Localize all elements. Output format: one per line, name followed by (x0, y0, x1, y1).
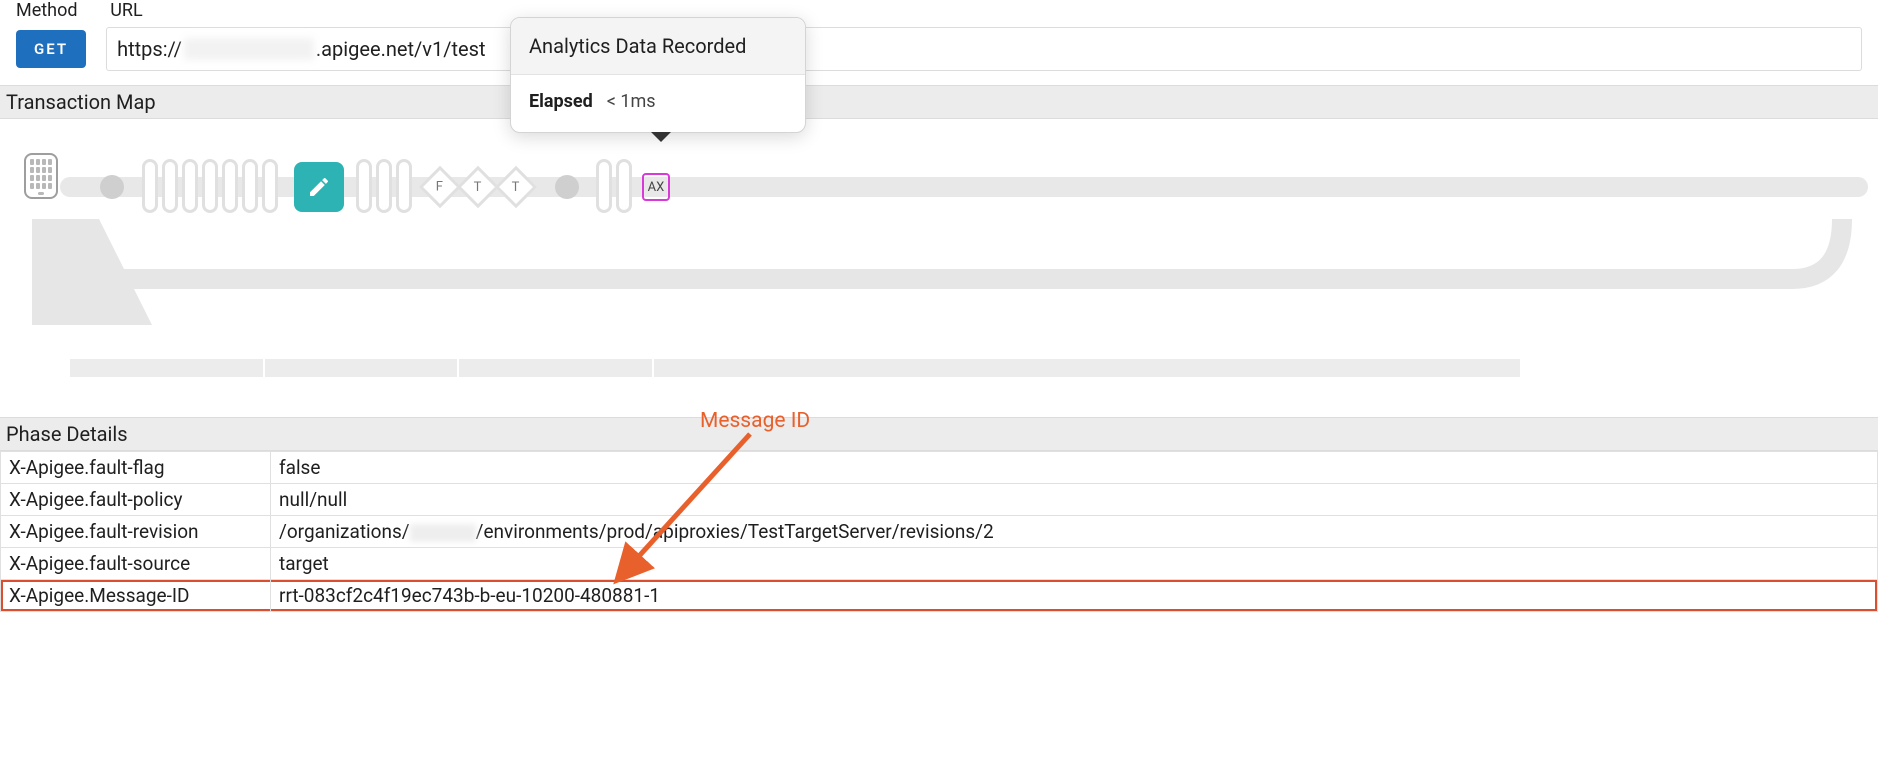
method-button[interactable]: GET (16, 30, 86, 68)
detail-key: X-Apigee.Message-ID (1, 580, 271, 612)
detail-value: /organizations//environments/prod/apipro… (271, 516, 1878, 548)
url-label: URL (110, 0, 142, 21)
pencil-icon (307, 175, 331, 199)
detail-key: X-Apigee.fault-revision (1, 516, 271, 548)
flow-circle-2[interactable] (555, 175, 579, 199)
table-row: X-Apigee.fault-revision /organizations//… (1, 516, 1878, 548)
table-row-highlighted: X-Apigee.Message-ID rrt-083cf2c4f19ec743… (1, 580, 1878, 612)
flow-pills-1[interactable] (142, 159, 278, 213)
phase-details-table: X-Apigee.fault-flag false X-Apigee.fault… (0, 451, 1878, 612)
table-row: X-Apigee.fault-source target (1, 548, 1878, 580)
url-suffix: .apigee.net/v1/test (316, 37, 486, 61)
table-row: X-Apigee.fault-flag false (1, 452, 1878, 484)
url-prefix: https:// (117, 37, 182, 61)
detail-key: X-Apigee.fault-flag (1, 452, 271, 484)
detail-value: target (271, 548, 1878, 580)
analytics-ax-node[interactable]: AX (642, 173, 670, 201)
segment-bars (70, 359, 1520, 377)
table-row: X-Apigee.fault-policy null/null (1, 484, 1878, 516)
flow-pills-2[interactable] (356, 159, 412, 213)
policy-edit-icon[interactable] (294, 162, 344, 212)
detail-value: null/null (271, 484, 1878, 516)
tooltip-analytics: Analytics Data Recorded Elapsed < 1ms (510, 17, 806, 133)
condition-f[interactable]: F (419, 166, 461, 208)
condition-t-2[interactable]: T (495, 166, 537, 208)
tooltip-elapsed-value: < 1ms (607, 91, 656, 112)
flow-pills-3[interactable] (596, 159, 632, 213)
transaction-map-header: Transaction Map (0, 85, 1878, 119)
method-label: Method (16, 0, 106, 21)
detail-value: false (271, 452, 1878, 484)
detail-value: rrt-083cf2c4f19ec743b-b-eu-10200-480881-… (271, 580, 1878, 612)
phase-details-header: Phase Details (0, 417, 1878, 451)
transaction-map: Analytics Data Recorded Elapsed < 1ms F … (0, 119, 1878, 359)
url-input[interactable]: https:// .apigee.net/v1/test (106, 27, 1862, 71)
detail-key: X-Apigee.fault-source (1, 548, 271, 580)
client-device-icon[interactable] (24, 153, 58, 199)
return-arrow-icon (32, 219, 1852, 349)
tooltip-elapsed-label: Elapsed (529, 91, 593, 112)
flow-circle-1[interactable] (100, 175, 124, 199)
redacted-org (410, 524, 476, 542)
detail-key: X-Apigee.fault-policy (1, 484, 271, 516)
condition-t-1[interactable]: T (457, 166, 499, 208)
url-redacted (184, 38, 314, 60)
annotation-message-id-label: Message ID (700, 409, 810, 433)
tooltip-title: Analytics Data Recorded (511, 18, 805, 75)
